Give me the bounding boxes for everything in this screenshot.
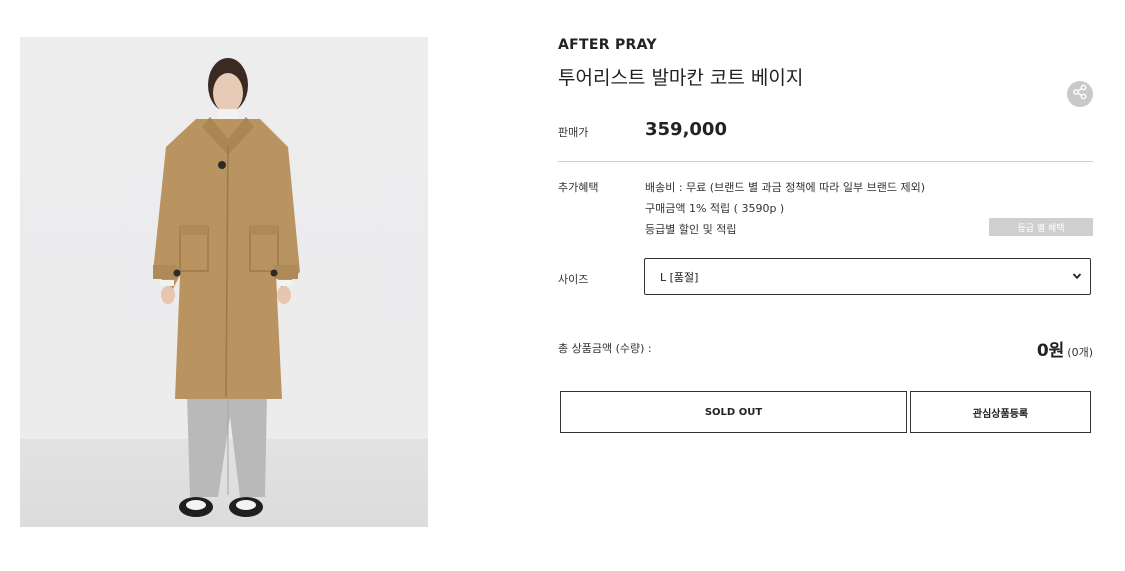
brand-name[interactable]: AFTER PRAY bbox=[558, 37, 657, 53]
divider bbox=[558, 161, 1093, 162]
size-label: 사이즈 bbox=[558, 273, 589, 286]
product-title: 투어리스트 발마칸 코트 베이지 bbox=[558, 67, 804, 89]
benefit-points: 구매금액 1% 적립 ( 3590p ) bbox=[645, 202, 785, 215]
size-selected-value: L [품절] bbox=[660, 270, 699, 284]
size-select[interactable]: L [품절] bbox=[644, 258, 1091, 295]
chevron-down-icon bbox=[1072, 271, 1082, 284]
total-price: 0원 (0개) bbox=[1037, 336, 1093, 361]
benefit-grade: 등급별 할인 및 적립 bbox=[645, 223, 737, 236]
benefit-shipping: 배송비 : 무료 (브랜드 별 과금 정책에 따라 일부 브랜드 제외) bbox=[645, 181, 926, 194]
total-quantity: (0개) bbox=[1067, 346, 1093, 359]
product-photo bbox=[20, 37, 428, 527]
price-label: 판매가 bbox=[558, 126, 589, 139]
share-button[interactable] bbox=[1067, 81, 1093, 107]
product-price: 359,000 bbox=[645, 119, 727, 140]
benefits-label: 추가혜택 bbox=[558, 181, 599, 194]
product-detail-page: AFTER PRAY 투어리스트 발마칸 코트 베이지 판매가 359,000 … bbox=[0, 0, 1125, 571]
total-amount: 0원 bbox=[1036, 341, 1065, 361]
sold-out-button[interactable]: SOLD OUT bbox=[560, 391, 907, 433]
grade-benefits-button[interactable]: 등급 별 혜택 bbox=[989, 218, 1093, 236]
total-label: 총 상품금액 (수량) : bbox=[558, 342, 652, 355]
add-to-wishlist-button[interactable]: 관심상품등록 bbox=[910, 391, 1091, 433]
share-icon bbox=[1072, 84, 1088, 104]
